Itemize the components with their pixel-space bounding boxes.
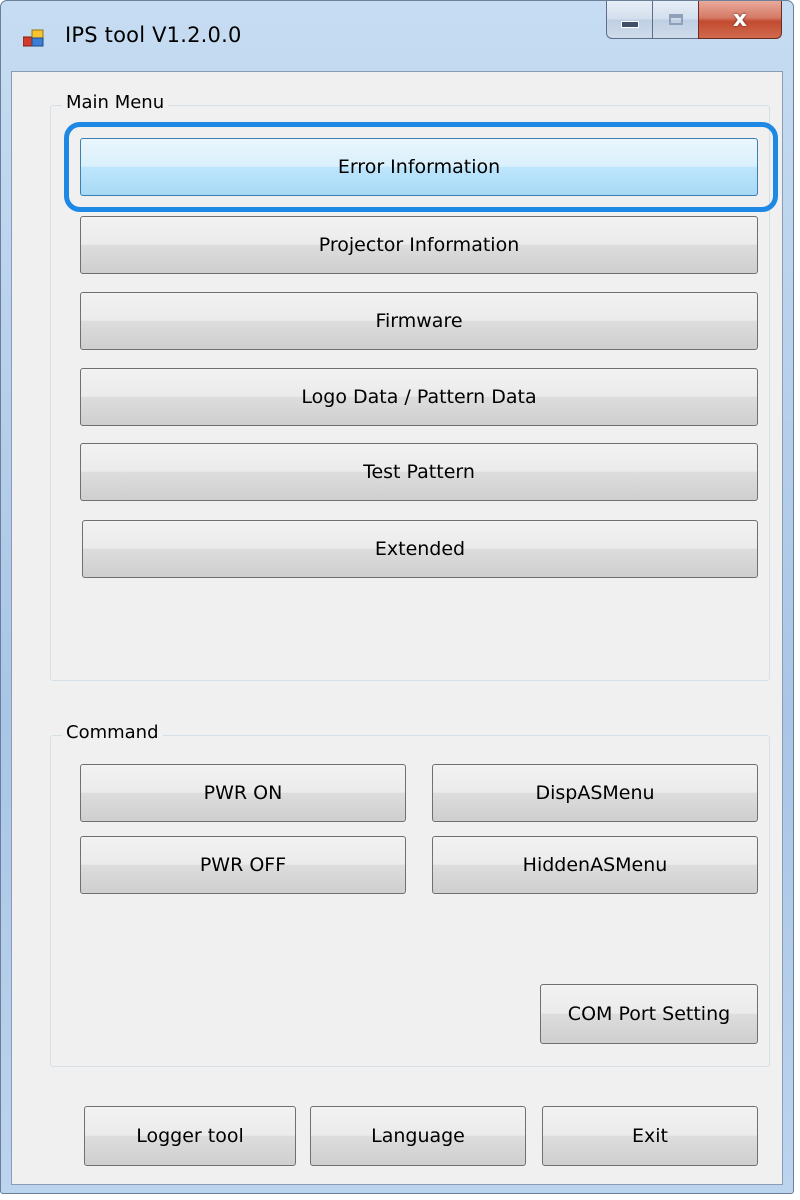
error-information-button[interactable]: Error Information bbox=[80, 138, 758, 196]
caption-buttons: x bbox=[606, 1, 782, 45]
maximize-icon bbox=[668, 14, 683, 25]
hidden-as-menu-button[interactable]: HiddenASMenu bbox=[432, 836, 758, 894]
logo-pattern-data-button[interactable]: Logo Data / Pattern Data bbox=[80, 368, 758, 426]
com-port-setting-button[interactable]: COM Port Setting bbox=[540, 984, 758, 1044]
language-button[interactable]: Language bbox=[310, 1106, 526, 1166]
pwr-on-button[interactable]: PWR ON bbox=[80, 764, 406, 822]
minimize-icon bbox=[620, 21, 639, 28]
firmware-button[interactable]: Firmware bbox=[80, 292, 758, 350]
disp-as-menu-button[interactable]: DispASMenu bbox=[432, 764, 758, 822]
projector-information-button[interactable]: Projector Information bbox=[80, 216, 758, 274]
client-area: Main Menu Error Information Projector In… bbox=[11, 71, 783, 1185]
pwr-off-button[interactable]: PWR OFF bbox=[80, 836, 406, 894]
main-window: IPS tool V1.2.0.0 x Main Menu Error Info… bbox=[0, 0, 794, 1194]
command-label: Command bbox=[62, 722, 163, 743]
minimize-button[interactable] bbox=[606, 1, 652, 39]
close-icon: x bbox=[732, 7, 748, 32]
close-button[interactable]: x bbox=[698, 1, 782, 39]
test-pattern-button[interactable]: Test Pattern bbox=[80, 443, 758, 501]
app-icon bbox=[23, 29, 44, 47]
window-title: IPS tool V1.2.0.0 bbox=[65, 23, 242, 47]
extended-button[interactable]: Extended bbox=[82, 520, 758, 578]
exit-button[interactable]: Exit bbox=[542, 1106, 758, 1166]
title-bar[interactable]: IPS tool V1.2.0.0 x bbox=[1, 1, 793, 71]
maximize-button[interactable] bbox=[652, 1, 698, 39]
logger-tool-button[interactable]: Logger tool bbox=[84, 1106, 296, 1166]
main-menu-label: Main Menu bbox=[62, 92, 169, 113]
